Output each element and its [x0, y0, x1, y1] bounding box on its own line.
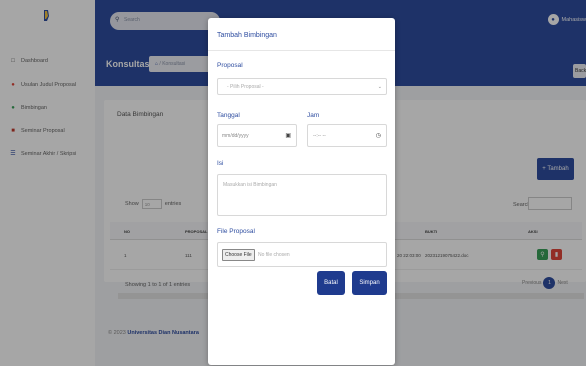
- proposal-select[interactable]: - Pilih Proposal - ⌄: [217, 78, 387, 95]
- isi-textarea[interactable]: Masukkan isi Bimbingan: [217, 174, 387, 216]
- file-label: File Proposal: [217, 228, 255, 235]
- clock-icon: ◷: [375, 133, 381, 139]
- tanggal-placeholder: mm/dd/yyyy: [222, 133, 249, 139]
- modal-title: Tambah Bimbingan: [217, 32, 277, 39]
- proposal-label: Proposal: [217, 62, 243, 69]
- tanggal-input[interactable]: mm/dd/yyyy ▣: [217, 124, 297, 147]
- divider: [208, 50, 395, 51]
- save-button[interactable]: Simpan: [352, 271, 387, 295]
- isi-label: Isi: [217, 160, 224, 167]
- jam-label: Jam: [307, 112, 320, 119]
- calendar-icon: ▣: [285, 133, 291, 139]
- proposal-placeholder: - Pilih Proposal -: [227, 84, 264, 90]
- jam-placeholder: --:-- --: [313, 133, 326, 139]
- jam-input[interactable]: --:-- -- ◷: [307, 124, 387, 147]
- cancel-button[interactable]: Batal: [317, 271, 345, 295]
- choose-file-button[interactable]: Choose File: [222, 249, 255, 261]
- isi-placeholder: Masukkan isi Bimbingan: [223, 182, 277, 188]
- no-file-text: No file chosen: [258, 252, 290, 258]
- chevron-down-icon: ⌄: [377, 84, 382, 90]
- tanggal-label: Tanggal: [217, 112, 240, 119]
